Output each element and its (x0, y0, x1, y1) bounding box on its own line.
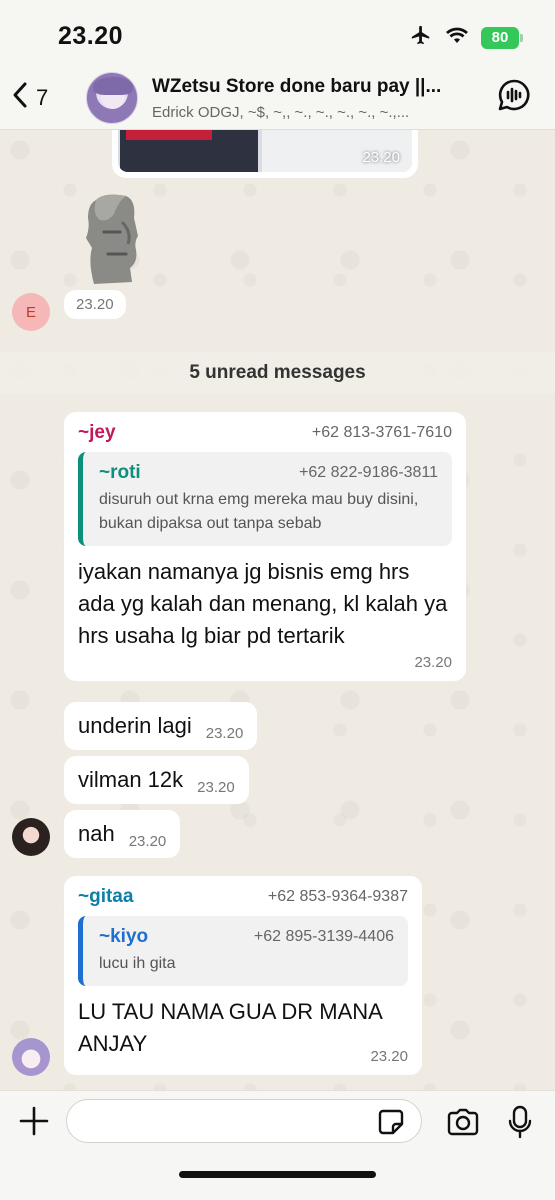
avatar[interactable] (12, 1038, 50, 1076)
message-composer (0, 1090, 555, 1200)
message-list[interactable]: 23.20 E 23.20 5 unread messages ~jey +62… (0, 130, 555, 1090)
group-call-icon[interactable] (497, 78, 531, 117)
message-time: 23.20 (414, 653, 452, 671)
message-time: 23.20 (64, 290, 126, 319)
airplane-icon (409, 24, 433, 51)
sticker-icon[interactable] (378, 1109, 404, 1140)
avatar[interactable]: E (12, 293, 50, 331)
group-avatar[interactable] (86, 72, 138, 124)
plus-icon[interactable] (18, 1105, 50, 1142)
battery-icon: 80 (481, 26, 523, 49)
message-time: 23.20 (205, 724, 244, 742)
avatar[interactable] (12, 818, 50, 856)
message-text: vilman 12k (78, 767, 184, 792)
message-bubble[interactable]: ~gitaa +62 853-9364-9387 ~kiyo +62 895-3… (64, 876, 422, 1075)
message-bubble[interactable]: vilman 12k 23.20 (64, 756, 249, 804)
message-bubble[interactable]: nah 23.20 (64, 810, 181, 858)
chevron-left-icon (10, 80, 30, 115)
image-message[interactable]: 23.20 (112, 130, 418, 178)
sender-phone: +62 853-9364-9387 (267, 888, 408, 905)
message-text: underin lagi (78, 713, 192, 738)
quoted-text: lucu ih gita (99, 955, 176, 972)
wifi-icon (445, 25, 469, 50)
status-time: 23.20 (58, 22, 124, 50)
quoted-phone: +62 895-3139-4406 (253, 928, 394, 945)
image-thumbnail[interactable]: 23.20 (118, 130, 412, 172)
group-members[interactable]: Edrick ODGJ, ~$, ~,, ~., ~., ~., ~., ~.,… (152, 104, 460, 121)
unread-divider: 5 unread messages (0, 352, 555, 394)
message-bubble[interactable]: ~jey +62 813-3761-7610 ~roti +62 822-918… (64, 412, 466, 681)
message-text: nah (78, 821, 115, 846)
home-indicator (179, 1171, 376, 1178)
chat-header: 23.20 80 7 WZetsu Store done baru pay ||… (0, 0, 555, 130)
quoted-sender: ~roti (99, 462, 141, 483)
group-title[interactable]: WZetsu Store done baru pay ||... (152, 76, 462, 98)
back-button[interactable]: 7 (10, 80, 48, 115)
message-time: 23.20 (362, 149, 400, 166)
quoted-text: disuruh out krna emg mereka mau buy disi… (99, 491, 419, 532)
sender-name[interactable]: ~jey (78, 422, 116, 444)
camera-icon[interactable] (446, 1107, 480, 1142)
sender-phone: +62 813-3761-7610 (311, 424, 452, 441)
message-time: 23.20 (197, 778, 235, 796)
quoted-phone: +62 822-9186-3811 (299, 464, 438, 481)
message-text: iyakan namanya jg bisnis emg hrs ada yg … (78, 559, 448, 648)
message-time: 23.20 (128, 832, 167, 850)
quoted-message[interactable]: ~roti +62 822-9186-3811 disuruh out krna… (78, 452, 452, 546)
quoted-sender: ~kiyo (99, 926, 149, 947)
status-icons: 80 (409, 24, 523, 51)
sender-name[interactable]: ~gitaa (78, 886, 133, 908)
message-input[interactable] (66, 1099, 422, 1143)
unread-chats-count: 7 (36, 84, 49, 110)
quoted-message[interactable]: ~kiyo +62 895-3139-4406 lucu ih gita (78, 916, 408, 986)
microphone-icon[interactable] (508, 1105, 532, 1144)
moai-sticker[interactable] (74, 192, 154, 288)
message-bubble[interactable]: underin lagi 23.20 (64, 702, 258, 750)
